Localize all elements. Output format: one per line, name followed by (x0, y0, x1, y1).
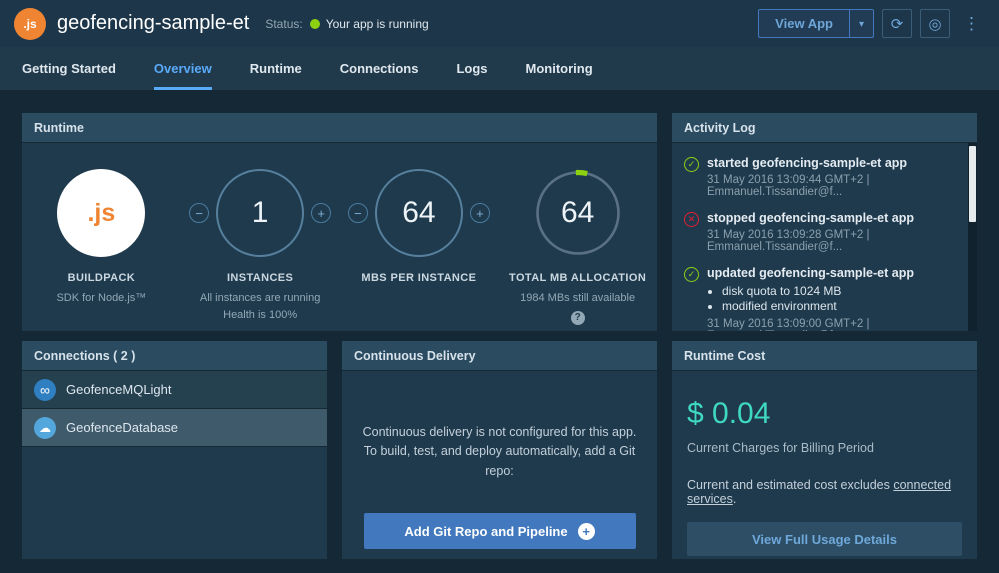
instances-gauge: − 1 + INSTANCES All instances are runnin… (181, 167, 340, 323)
activity-log-list: ✓ started geofencing-sample-et app 31 Ma… (672, 143, 977, 331)
connection-name: GeofenceMQLight (66, 382, 172, 397)
tab-connections[interactable]: Connections (340, 47, 419, 90)
add-git-repo-button[interactable]: Add Git Repo and Pipeline + (363, 513, 636, 550)
cost-subtitle: Current Charges for Billing Period (687, 441, 874, 455)
connection-item-database[interactable]: ☁ GeofenceDatabase (22, 409, 327, 447)
log-entry: ✓ started geofencing-sample-et app 31 Ma… (684, 156, 957, 198)
plus-icon: + (476, 205, 484, 221)
continuous-delivery-message: Continuous delivery is not configured fo… (362, 425, 637, 478)
scrollbar-track[interactable] (968, 143, 977, 331)
continuous-delivery-title: Continuous Delivery (342, 341, 657, 371)
kebab-icon: ⋮ (963, 13, 980, 33)
allocation-value: 64 (560, 196, 595, 229)
mqlight-service-icon: ∞ (34, 378, 56, 401)
buildpack-label: BUILDPACK (67, 272, 136, 284)
view-app-caret-button[interactable]: ▾ (849, 9, 874, 38)
content-grid: Runtime .js BUILDPACK SDK for Node.js™ −… (0, 90, 999, 559)
app-logo-icon: .js (14, 7, 46, 40)
log-entry-timestamp: 31 May 2016 13:09:44 GMT+2 | Emmanuel.Ti… (707, 174, 870, 198)
instances-decrease-button[interactable]: − (189, 203, 210, 223)
health-check-button[interactable]: ◎ (920, 9, 950, 38)
runtime-cost-body: $ 0.04 Current Charges for Billing Perio… (672, 371, 977, 559)
success-check-icon: ✓ (684, 157, 699, 172)
log-entry-title: updated geofencing-sample-et app (707, 266, 914, 280)
runtime-cost-panel: Runtime Cost $ 0.04 Current Charges for … (672, 341, 977, 559)
minus-icon: − (195, 205, 203, 221)
memory-label: MBS PER INSTANCE (361, 272, 477, 284)
activity-log-panel: Activity Log ✓ started geofencing-sample… (672, 113, 977, 331)
plus-circle-icon: + (577, 522, 595, 540)
topbar: .js geofencing-sample-et Status: Your ap… (0, 0, 999, 47)
overflow-menu-button[interactable]: ⋮ (958, 14, 985, 34)
log-entry: ✕ stopped geofencing-sample-et app 31 Ma… (684, 211, 957, 253)
plus-icon: + (317, 205, 325, 221)
chevron-down-icon: ▾ (858, 19, 864, 30)
continuous-delivery-body: Continuous delivery is not configured fo… (342, 371, 657, 559)
connection-item-mqlight[interactable]: ∞ GeofenceMQLight (22, 371, 327, 409)
runtime-gauges: .js BUILDPACK SDK for Node.js™ − 1 + INS… (22, 143, 657, 331)
topbar-actions: View App ▾ ⟳ ◎ ⋮ (758, 9, 985, 38)
memory-decrease-button[interactable]: − (347, 203, 368, 223)
view-app-split-button: View App ▾ (758, 9, 874, 38)
log-entry-title: stopped geofencing-sample-et app (707, 211, 914, 225)
instances-increase-button[interactable]: + (311, 203, 332, 223)
help-icon[interactable]: ? (570, 310, 585, 325)
connections-list: ∞ GeofenceMQLight ☁ GeofenceDatabase (22, 371, 327, 447)
refresh-icon: ⟳ (890, 15, 904, 33)
tab-monitoring[interactable]: Monitoring (526, 47, 593, 90)
refresh-button[interactable]: ⟳ (882, 9, 912, 38)
database-service-icon: ☁ (34, 416, 56, 439)
allocation-sub: 1984 MBs still available (520, 292, 636, 304)
cost-amount: $ 0.04 (687, 397, 771, 430)
log-entry-title: started geofencing-sample-et app (707, 156, 908, 170)
connections-panel: Connections ( 2 ) ∞ GeofenceMQLight ☁ Ge… (22, 341, 327, 559)
connections-title: Connections ( 2 ) (22, 341, 327, 371)
instances-label: INSTANCES (226, 272, 294, 284)
allocation-circle: 64 (534, 169, 622, 257)
allocation-label: TOTAL MB ALLOCATION (509, 272, 647, 284)
log-entry-timestamp: 31 May 2016 13:09:00 GMT+2 | Emmanuel.Ti… (707, 318, 870, 331)
runtime-cost-title: Runtime Cost (672, 341, 977, 371)
tab-overview[interactable]: Overview (153, 47, 212, 90)
scrollbar-thumb[interactable] (969, 146, 976, 222)
log-entry-details: disk quota to 1024 MB modified environme… (722, 284, 957, 313)
status-text: Your app is running (325, 16, 429, 31)
buildpack-sub: SDK for Node.js™ (56, 292, 147, 304)
status-label: Status: (265, 16, 303, 31)
log-entry: ✓ updated geofencing-sample-et app disk … (684, 266, 957, 331)
view-usage-details-button[interactable]: View Full Usage Details (687, 522, 962, 556)
target-icon: ◎ (928, 15, 942, 33)
log-entry-timestamp: 31 May 2016 13:09:28 GMT+2 | Emmanuel.Ti… (707, 229, 870, 253)
cost-note: Current and estimated cost excludes conn… (687, 478, 952, 506)
runtime-panel: Runtime .js BUILDPACK SDK for Node.js™ −… (22, 113, 657, 331)
instances-sub: All instances are running Health is 100% (199, 292, 321, 321)
tabbar: Getting Started Overview Runtime Connect… (0, 47, 999, 90)
tab-logs[interactable]: Logs (456, 47, 487, 90)
instances-circle: 1 (216, 169, 305, 257)
buildpack-circle: .js (57, 169, 146, 257)
memory-gauge: − 64 + MBS PER INSTANCE (340, 167, 499, 284)
error-cross-icon: ✕ (684, 212, 699, 227)
memory-circle: 64 (374, 169, 463, 257)
activity-log-title: Activity Log (672, 113, 977, 143)
connection-name: GeofenceDatabase (66, 420, 179, 435)
allocation-gauge: 64 TOTAL MB ALLOCATION 1984 MBs still av… (498, 167, 657, 325)
view-app-button[interactable]: View App (758, 9, 850, 38)
continuous-delivery-panel: Continuous Delivery Continuous delivery … (342, 341, 657, 559)
runtime-panel-title: Runtime (22, 113, 657, 143)
tab-runtime[interactable]: Runtime (250, 47, 302, 90)
success-check-icon: ✓ (684, 267, 699, 282)
status-dot-icon (309, 18, 320, 29)
minus-icon: − (354, 205, 362, 221)
buildpack-gauge: .js BUILDPACK SDK for Node.js™ (22, 167, 181, 307)
app-title: geofencing-sample-et (57, 12, 250, 34)
tab-getting-started[interactable]: Getting Started (22, 47, 116, 90)
memory-increase-button[interactable]: + (469, 203, 490, 223)
